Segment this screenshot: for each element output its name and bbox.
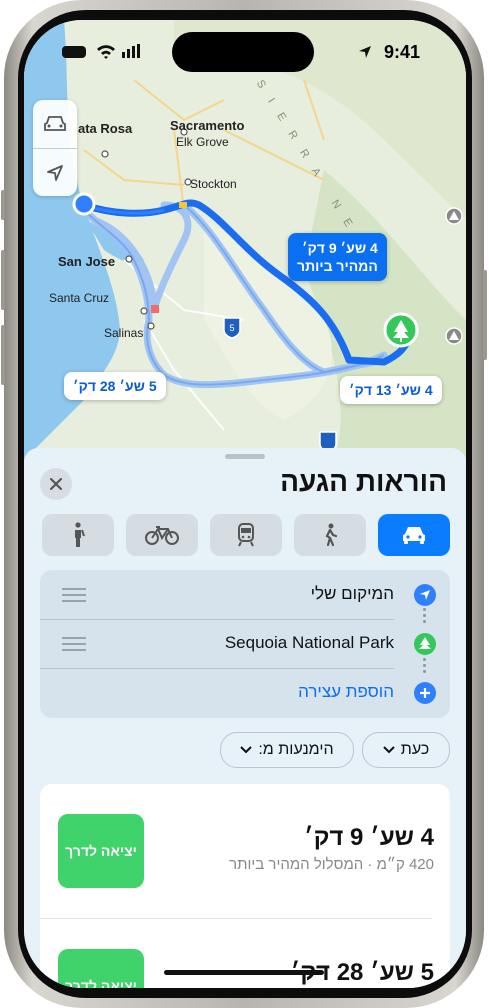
location-arrow-icon (414, 584, 436, 606)
map-controls (33, 100, 77, 196)
chevron-down-icon (240, 746, 253, 754)
chevron-down-icon (383, 746, 395, 754)
tree-icon (414, 633, 436, 655)
go-button[interactable]: יציאה לדרך (58, 814, 144, 888)
route-callout-fastest[interactable]: 4 שע׳ 9 דק׳ המהיר ביותר (288, 233, 387, 281)
bicycle-icon (145, 526, 179, 545)
svg-text:5: 5 (229, 323, 234, 333)
time-filter-label: כעת (400, 741, 430, 758)
mute-switch (1, 190, 5, 220)
waypoint-destination[interactable]: Sequoia National Park (40, 619, 450, 668)
plus-icon (414, 682, 436, 704)
person-icon (75, 522, 85, 547)
sheet-grabber[interactable] (225, 454, 265, 459)
avoid-filter-label: הימנעות מ: (258, 741, 334, 758)
city-label: ata Rosa (78, 121, 133, 136)
go-button[interactable]: יציאה לדרך (58, 949, 144, 988)
add-stop-button[interactable]: הוספת עצירה (40, 668, 450, 717)
city-label: Stockton (190, 177, 237, 191)
map[interactable]: 5 Sacramento Elk Grove ata Rosa Stockton… (24, 20, 466, 460)
volume-up-button (1, 250, 5, 310)
route-time: 4 שע׳ 9 דק׳ (303, 824, 434, 851)
status-bar: 9:41 (24, 20, 466, 76)
route-option[interactable]: 5 שע׳ 28 דק׳ יציאה לדרך (40, 919, 450, 988)
location-arrow-icon[interactable] (33, 149, 77, 197)
route-callout-alt2[interactable]: 5 שע׳ 28 דק׳ (64, 372, 166, 400)
city-label: Salinas (104, 326, 144, 340)
city-label: Santa Cruz (49, 291, 110, 305)
signal-icon (122, 44, 140, 58)
close-icon (49, 477, 63, 491)
drag-handle-icon[interactable] (62, 588, 86, 606)
routes-list: 4 שע׳ 9 דק׳ 420 ק״מ · המסלול המהיר ביותר… (40, 784, 450, 988)
waypoints-box: המיקום שלי Sequoia National Park הוספת ע… (40, 570, 450, 718)
city-label: San Jose (58, 254, 116, 269)
dynamic-island (172, 32, 314, 72)
waypoint-origin-label: המיקום שלי (310, 584, 394, 603)
mode-walk-button[interactable] (294, 514, 366, 556)
volume-down-button (1, 325, 5, 385)
mode-rideshare-button[interactable] (42, 514, 114, 556)
callout-label: המהיר ביותר (297, 258, 378, 274)
mode-transit-button[interactable] (210, 514, 282, 556)
drag-handle-icon[interactable] (62, 637, 86, 655)
power-button (483, 270, 487, 360)
city-label: Elk Grove (176, 135, 229, 149)
add-stop-label: הוספת עצירה (298, 682, 394, 701)
walk-icon (325, 523, 338, 547)
directions-sheet: הוראות הגעה המיקום שלי Sequoia National … (24, 448, 466, 988)
battery-icon (62, 46, 86, 58)
sheet-title: הוראות הגעה (280, 466, 447, 497)
mode-drive-button[interactable] (378, 514, 450, 556)
car-icon[interactable] (33, 100, 77, 148)
status-time: 9:41 (383, 42, 420, 62)
train-icon (238, 523, 254, 547)
route-option[interactable]: 4 שע׳ 9 דק׳ 420 ק״מ · המסלול המהיר ביותר… (40, 784, 450, 919)
car-icon (403, 527, 425, 544)
avoid-filter-button[interactable]: הימנעות מ: (220, 732, 354, 768)
screen: 5 Sacramento Elk Grove ata Rosa Stockton… (24, 20, 466, 988)
city-label: Sacramento (170, 118, 245, 133)
waypoint-destination-label: Sequoia National Park (224, 633, 394, 652)
close-button[interactable] (40, 468, 72, 500)
route-subtitle: 420 ק״מ · המסלול המהיר ביותר (229, 856, 434, 873)
location-icon (359, 46, 371, 58)
callout-time: 4 שע׳ 9 דק׳ (301, 240, 378, 256)
wifi-icon (97, 45, 115, 59)
waypoint-origin[interactable]: המיקום שלי (40, 570, 450, 619)
route-callout-alt1[interactable]: 4 שע׳ 13 דק׳ (340, 376, 442, 404)
home-indicator[interactable] (164, 970, 324, 975)
time-filter-button[interactable]: כעת (362, 732, 450, 768)
mode-bike-button[interactable] (126, 514, 198, 556)
